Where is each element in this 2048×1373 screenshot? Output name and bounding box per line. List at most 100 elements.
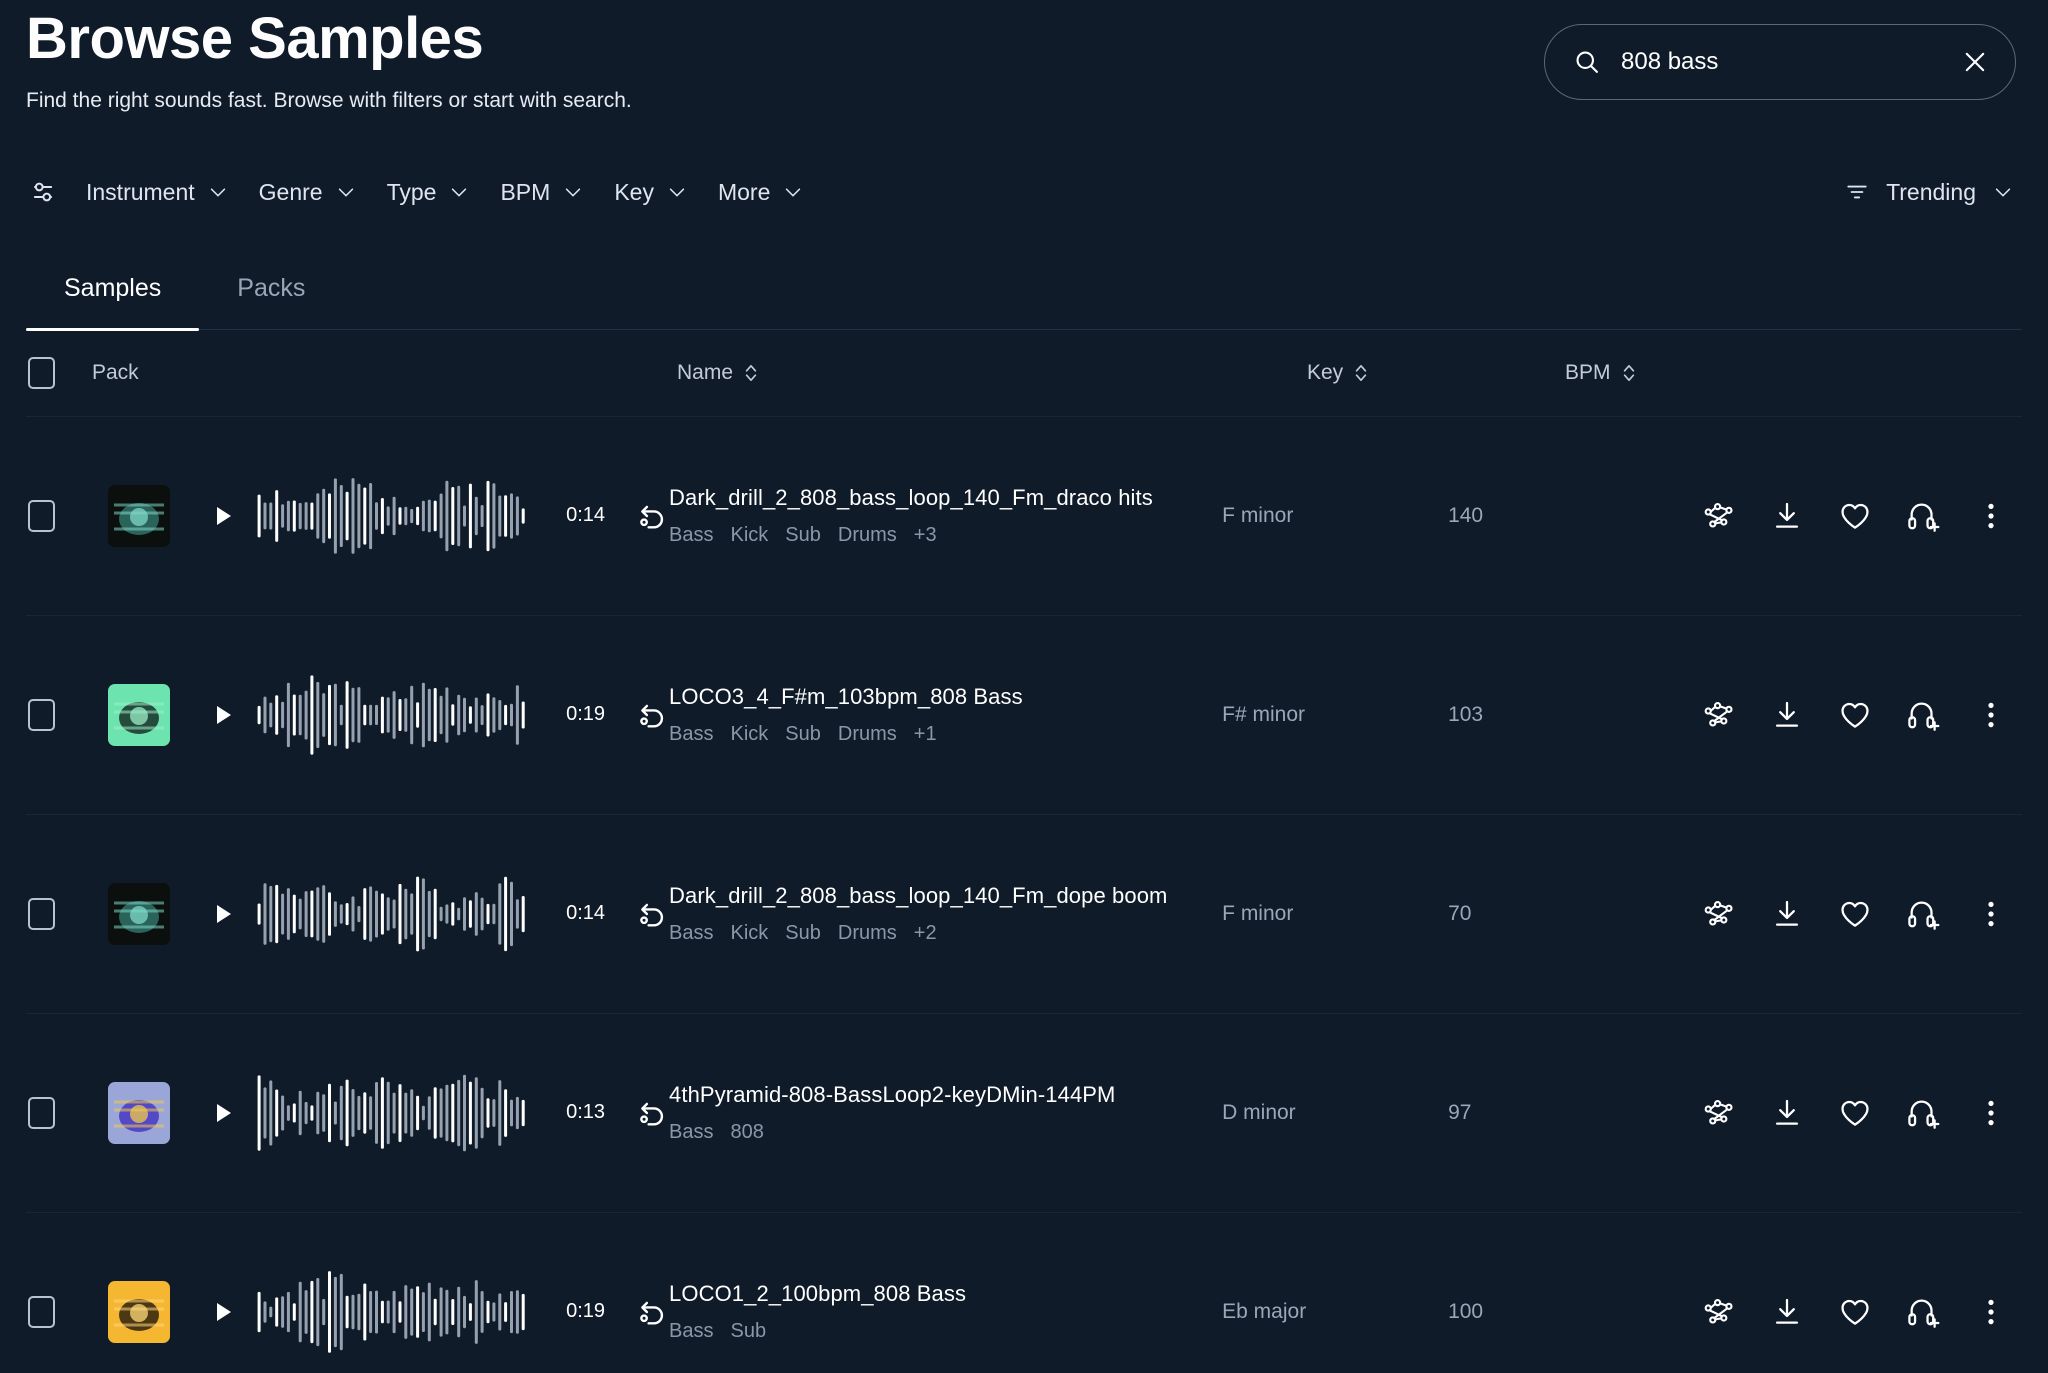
sample-tag[interactable]: Drums [838, 524, 897, 547]
more-options-icon[interactable] [1974, 1096, 2008, 1130]
heart-icon[interactable] [1838, 1295, 1872, 1329]
select-all-checkbox[interactable] [28, 356, 55, 389]
column-header-bpm[interactable]: BPM [1565, 361, 1855, 385]
play-button[interactable] [198, 503, 248, 529]
heart-icon[interactable] [1838, 897, 1872, 931]
table-row[interactable]: 0:13 4thPyramid-808-BassLoop2-keyDMin-14… [26, 1012, 2022, 1212]
filter-more[interactable]: More [718, 173, 820, 212]
sample-tag[interactable]: Kick [731, 524, 769, 547]
waveform[interactable] [256, 1270, 526, 1354]
download-icon[interactable] [1770, 1096, 1804, 1130]
tab-samples[interactable]: Samples [26, 274, 200, 332]
filter-bpm[interactable]: BPM [500, 173, 600, 212]
sample-name[interactable]: Dark_drill_2_808_bass_loop_140_Fm_draco … [669, 485, 1210, 511]
loop-icon[interactable] [635, 1295, 669, 1329]
play-button[interactable] [198, 901, 248, 927]
sample-name[interactable]: Dark_drill_2_808_bass_loop_140_Fm_dope b… [669, 883, 1210, 909]
sort-by-key[interactable]: Key [1307, 361, 1369, 385]
sample-tag[interactable]: Kick [731, 922, 769, 945]
loop-icon[interactable] [635, 499, 669, 533]
column-header-name[interactable]: Name [677, 361, 1307, 385]
waveform[interactable] [256, 1071, 526, 1155]
download-icon[interactable] [1770, 897, 1804, 931]
column-header-key[interactable]: Key [1307, 361, 1565, 385]
row-checkbox[interactable] [28, 1295, 55, 1328]
more-options-icon[interactable] [1974, 897, 2008, 931]
loop-icon[interactable] [635, 1096, 669, 1130]
similar-sounds-icon[interactable] [1702, 698, 1736, 732]
similar-sounds-icon[interactable] [1702, 499, 1736, 533]
sample-tag[interactable]: Drums [838, 723, 897, 746]
add-to-crate-icon[interactable] [1906, 499, 1940, 533]
loop-icon[interactable] [635, 897, 669, 931]
similar-sounds-icon[interactable] [1702, 1295, 1736, 1329]
table-row[interactable]: 0:19 LOCO1_2_100bpm_808 Bass Bass Sub Eb … [26, 1211, 2022, 1373]
search-box[interactable] [1544, 24, 2016, 100]
play-button[interactable] [198, 702, 248, 728]
filter-genre[interactable]: Genre [259, 173, 373, 212]
filter-type[interactable]: Type [387, 173, 487, 212]
sample-tag-overflow[interactable]: +1 [914, 723, 937, 746]
waveform[interactable] [256, 872, 526, 956]
play-button[interactable] [198, 1299, 248, 1325]
more-options-icon[interactable] [1974, 698, 2008, 732]
sample-tag[interactable]: Bass [669, 922, 713, 945]
waveform[interactable] [256, 474, 526, 558]
pack-cell: 0:14 [84, 872, 669, 956]
table-row[interactable]: 0:14 Dark_drill_2_808_bass_loop_140_Fm_d… [26, 813, 2022, 1013]
sample-tag[interactable]: Sub [731, 1320, 767, 1343]
pack-artwork[interactable] [108, 484, 171, 547]
pack-artwork[interactable] [108, 1280, 171, 1343]
sample-name[interactable]: LOCO3_4_F#m_103bpm_808 Bass [669, 684, 1210, 710]
download-icon[interactable] [1770, 499, 1804, 533]
loop-icon[interactable] [635, 698, 669, 732]
row-checkbox[interactable] [28, 897, 55, 930]
filter-sliders-icon[interactable] [28, 177, 58, 207]
sample-tag[interactable]: Bass [669, 723, 713, 746]
heart-icon[interactable] [1838, 698, 1872, 732]
search-input[interactable] [1619, 47, 1943, 77]
add-to-crate-icon[interactable] [1906, 1295, 1940, 1329]
pack-artwork[interactable] [108, 683, 171, 746]
add-to-crate-icon[interactable] [1906, 698, 1940, 732]
heart-icon[interactable] [1838, 499, 1872, 533]
more-options-icon[interactable] [1974, 1295, 2008, 1329]
row-checkbox[interactable] [28, 1096, 55, 1129]
similar-sounds-icon[interactable] [1702, 897, 1736, 931]
close-icon[interactable] [1961, 48, 1989, 76]
pack-artwork[interactable] [108, 882, 171, 945]
sample-tag[interactable]: 808 [731, 1121, 764, 1144]
add-to-crate-icon[interactable] [1906, 897, 1940, 931]
sample-tag[interactable]: Kick [731, 723, 769, 746]
pack-artwork[interactable] [108, 1081, 171, 1144]
sample-tag[interactable]: Sub [785, 922, 821, 945]
filter-key[interactable]: Key [614, 173, 704, 212]
waveform[interactable] [256, 673, 526, 757]
sample-tag[interactable]: Drums [838, 922, 897, 945]
sample-tag[interactable]: Bass [669, 524, 713, 547]
play-button[interactable] [198, 1100, 248, 1126]
table-row[interactable]: 0:14 Dark_drill_2_808_bass_loop_140_Fm_d… [26, 415, 2022, 615]
similar-sounds-icon[interactable] [1702, 1096, 1736, 1130]
sort-by-name[interactable]: Name [677, 361, 759, 385]
sample-tag[interactable]: Sub [785, 723, 821, 746]
sort-by-bpm[interactable]: BPM [1565, 361, 1637, 385]
filter-instrument[interactable]: Instrument [86, 173, 245, 212]
sample-tag-overflow[interactable]: +2 [914, 922, 937, 945]
add-to-crate-icon[interactable] [1906, 1096, 1940, 1130]
sample-tag[interactable]: Sub [785, 524, 821, 547]
sort-control[interactable]: Trending [1844, 179, 2014, 206]
sample-tag-overflow[interactable]: +3 [914, 524, 937, 547]
table-row[interactable]: 0:19 LOCO3_4_F#m_103bpm_808 Bass Bass Kic… [26, 614, 2022, 814]
heart-icon[interactable] [1838, 1096, 1872, 1130]
sample-name[interactable]: 4thPyramid-808-BassLoop2-keyDMin-144PM [669, 1082, 1210, 1108]
row-checkbox[interactable] [28, 698, 55, 731]
tab-packs[interactable]: Packs [199, 274, 343, 329]
sample-tag[interactable]: Bass [669, 1121, 713, 1144]
more-options-icon[interactable] [1974, 499, 2008, 533]
row-checkbox[interactable] [28, 499, 55, 532]
sample-tag[interactable]: Bass [669, 1320, 713, 1343]
download-icon[interactable] [1770, 1295, 1804, 1329]
sample-name[interactable]: LOCO1_2_100bpm_808 Bass [669, 1281, 1210, 1307]
download-icon[interactable] [1770, 698, 1804, 732]
